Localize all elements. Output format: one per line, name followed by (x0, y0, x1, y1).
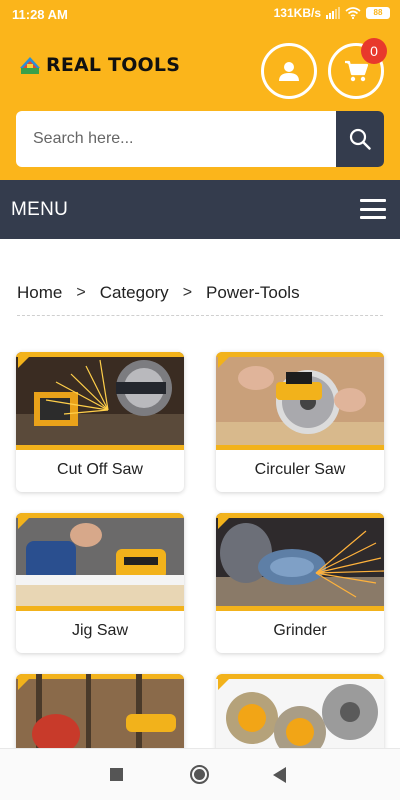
network-speed: 131KB/s (273, 6, 321, 20)
back-icon[interactable] (273, 767, 286, 783)
battery-icon: 88 (366, 7, 390, 19)
brand-name: REAL TOOLS (46, 54, 181, 76)
cut-off-saw-image (16, 352, 184, 450)
category-label: Cut Off Saw (57, 461, 143, 478)
search-bar (16, 111, 384, 167)
account-button[interactable] (261, 43, 317, 99)
cart-icon (345, 60, 368, 82)
hamburger-icon[interactable] (360, 199, 386, 219)
logo-icon (20, 57, 40, 74)
breadcrumb-home[interactable]: Home (17, 283, 62, 303)
cart-button[interactable]: 0 (328, 38, 387, 99)
app-screen: 11:28 AM 131KB/s 88 REAL TOOLS 0 Search … (0, 0, 400, 800)
status-time: 11:28 AM (12, 7, 68, 22)
category-card-circuler-saw[interactable]: Circuler Saw (216, 352, 384, 492)
breadcrumb: Home > Category > Power-Tools (17, 283, 383, 303)
category-label: Circuler Saw (254, 461, 346, 478)
search-input[interactable] (16, 111, 336, 167)
home-icon[interactable] (190, 765, 209, 784)
cart-count-badge: 0 (361, 38, 387, 64)
signal-icon (326, 7, 340, 19)
grinder-image (216, 513, 384, 611)
system-nav-bar (0, 748, 400, 800)
category-card-grinder[interactable]: Grinder (216, 513, 384, 653)
status-bar: 11:28 AM 131KB/s 88 (0, 0, 400, 30)
search-button[interactable] (336, 111, 384, 167)
breadcrumb-separator: > (182, 284, 193, 301)
category-label: Jig Saw (71, 622, 129, 639)
breadcrumb-separator: > (76, 284, 86, 301)
breadcrumb-category[interactable]: Category (100, 283, 169, 303)
wifi-icon (345, 7, 361, 19)
circuler-saw-image (216, 352, 384, 450)
recents-icon[interactable] (110, 768, 123, 781)
category-card-jig-saw[interactable]: Jig Saw (16, 513, 184, 653)
category-card-cut-off-saw[interactable]: Cut Off Saw (16, 352, 184, 492)
search-icon (349, 128, 371, 150)
menu-bar[interactable]: MENU (0, 180, 400, 239)
breadcrumb-current: Power-Tools (206, 283, 300, 302)
account-icon (279, 62, 299, 81)
app-header: 11:28 AM 131KB/s 88 REAL TOOLS 0 Search … (0, 0, 400, 180)
breadcrumb-divider (17, 315, 383, 316)
category-label: Grinder (273, 622, 327, 639)
jig-saw-image (16, 513, 184, 611)
menu-label: MENU (11, 199, 69, 220)
brand-logo[interactable]: REAL TOOLS (18, 54, 180, 76)
status-indicators: 131KB/s 88 (274, 6, 390, 20)
